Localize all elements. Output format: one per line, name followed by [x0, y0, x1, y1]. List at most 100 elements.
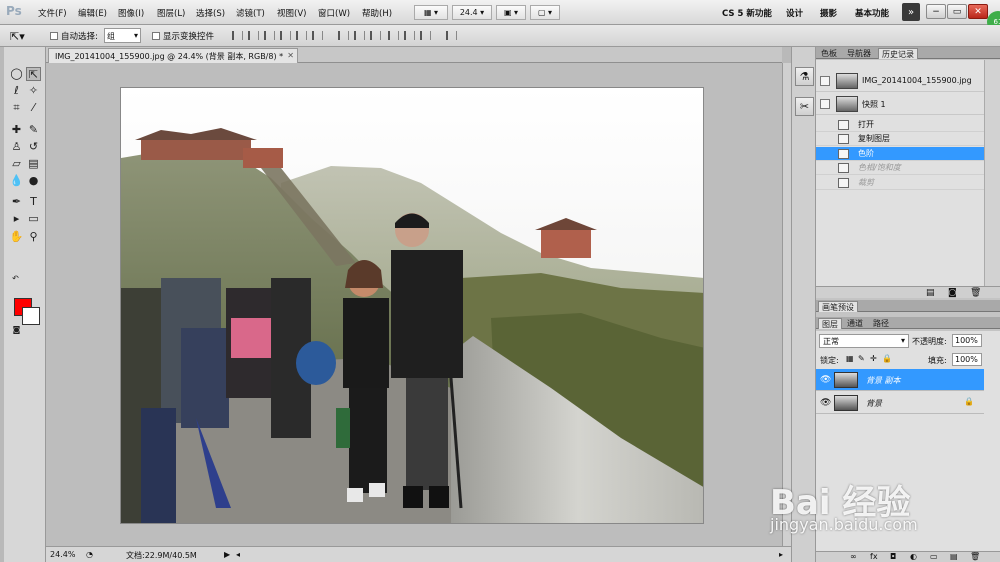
path-select-icon[interactable]: ▸: [9, 212, 24, 226]
history-state-hue-saturation[interactable]: 色相/饱和度: [816, 161, 984, 175]
workspace-cs5-new[interactable]: CS 5 新功能: [722, 7, 772, 19]
healing-brush-icon[interactable]: ✚: [9, 123, 24, 137]
history-state-open[interactable]: 打开: [816, 118, 984, 132]
eyedropper-tool-icon[interactable]: ⁄: [26, 101, 41, 115]
status-scroll-left-icon[interactable]: ◂: [236, 550, 240, 559]
dodge-tool-icon[interactable]: ●: [26, 174, 41, 188]
status-info-icon[interactable]: ◔: [86, 550, 93, 559]
align-vcenter-icon[interactable]: [248, 31, 259, 40]
menu-select[interactable]: 选择(S): [196, 7, 225, 19]
new-layer-icon[interactable]: ▤: [950, 552, 958, 561]
eye-icon[interactable]: 👁: [820, 375, 831, 385]
align-hcenter-icon[interactable]: [296, 31, 307, 40]
history-state-levels[interactable]: 色阶: [816, 147, 984, 161]
move-tool-icon[interactable]: ⇱: [26, 67, 41, 81]
status-zoom[interactable]: 24.4%: [50, 550, 75, 559]
background-color-swatch[interactable]: [22, 307, 40, 325]
marquee-tool-icon[interactable]: ◯: [9, 67, 24, 81]
tab-history[interactable]: 历史记录: [878, 48, 918, 59]
menu-filter[interactable]: 滤镜(T): [236, 7, 265, 19]
zoom-tool-icon[interactable]: ⚲: [26, 230, 41, 244]
menu-help[interactable]: 帮助(H): [362, 7, 392, 19]
pen-tool-icon[interactable]: ✒: [9, 195, 24, 209]
canvas-vertical-scrollbar[interactable]: [782, 63, 791, 546]
hand-tool-icon[interactable]: ✋: [9, 230, 24, 244]
canvas-area[interactable]: [46, 63, 782, 546]
layer-mask-icon[interactable]: ◘: [890, 552, 896, 561]
menu-image[interactable]: 图像(I): [118, 7, 144, 19]
zoom-dropdown[interactable]: 24.4 ▾: [452, 5, 492, 20]
snapshot-icon[interactable]: ◙: [948, 288, 957, 298]
document-tab[interactable]: IMG_20141004_155900.jpg @ 24.4% (背景 副本, …: [48, 48, 298, 63]
auto-select-checkbox[interactable]: 自动选择:: [50, 30, 98, 42]
distribute-left-icon[interactable]: [388, 31, 399, 40]
menu-edit[interactable]: 编辑(E): [78, 7, 107, 19]
snapshot-source-checkbox[interactable]: [820, 99, 830, 109]
layer-row[interactable]: 👁 背景 🔒: [816, 392, 984, 414]
new-group-icon[interactable]: ▭: [930, 552, 938, 561]
tab-swatches[interactable]: 色板: [818, 48, 840, 59]
snapshot-source-checkbox[interactable]: [820, 76, 830, 86]
distribute-hcenter-icon[interactable]: [404, 31, 415, 40]
align-right-icon[interactable]: [312, 31, 323, 40]
lasso-tool-icon[interactable]: ℓ: [9, 84, 24, 98]
blend-mode-dropdown[interactable]: 正常 ▾: [819, 334, 909, 348]
tool-presets-icon[interactable]: ✂: [795, 97, 814, 116]
tab-paths[interactable]: 路径: [870, 318, 892, 329]
opacity-field[interactable]: 100%: [952, 334, 982, 347]
show-transform-checkbox[interactable]: 显示变换控件: [152, 30, 214, 42]
align-top-icon[interactable]: [232, 31, 243, 40]
expand-workspaces-button[interactable]: »: [902, 3, 920, 21]
close-tab-icon[interactable]: ✕: [287, 51, 294, 60]
delete-icon[interactable]: 🗑: [970, 288, 981, 298]
layer-style-icon[interactable]: fx: [870, 552, 878, 561]
tab-layers[interactable]: 图层: [818, 318, 842, 329]
close-button[interactable]: ✕: [968, 4, 988, 19]
blur-tool-icon[interactable]: 💧: [9, 174, 24, 188]
lock-pixels-icon[interactable]: ✎: [858, 354, 865, 363]
tab-navigator[interactable]: 导航器: [844, 48, 874, 59]
eraser-tool-icon[interactable]: ▱: [9, 157, 24, 171]
brush-tool-icon[interactable]: ✎: [26, 123, 41, 137]
adjustment-layer-icon[interactable]: ◐: [910, 552, 917, 561]
auto-select-dropdown[interactable]: 组 ▾: [104, 28, 141, 43]
distribute-right-icon[interactable]: [420, 31, 431, 40]
lock-transparent-icon[interactable]: ▦: [846, 354, 854, 363]
eye-icon[interactable]: 👁: [820, 398, 831, 408]
minimize-button[interactable]: −: [926, 4, 946, 19]
menu-file[interactable]: 文件(F): [38, 7, 67, 19]
workspace-essentials[interactable]: 基本功能: [855, 7, 889, 19]
history-snapshot[interactable]: 快照 1: [816, 93, 984, 115]
link-layers-icon[interactable]: ∞: [850, 552, 857, 561]
workspace-photography[interactable]: 摄影: [820, 7, 837, 19]
quick-mask-icon[interactable]: ◙: [9, 323, 24, 337]
auto-align-icon[interactable]: [446, 31, 457, 40]
lock-position-icon[interactable]: ✛: [870, 354, 877, 363]
align-left-icon[interactable]: [280, 31, 291, 40]
delete-layer-icon[interactable]: 🗑: [970, 552, 980, 561]
history-scrollbar[interactable]: [984, 60, 1000, 286]
tab-channels[interactable]: 通道: [844, 318, 866, 329]
arrange-dropdown[interactable]: ▣ ▾: [496, 5, 526, 20]
status-scroll-right-icon[interactable]: ▸: [779, 550, 783, 559]
screen-view-dropdown[interactable]: ▢ ▾: [530, 5, 560, 20]
move-tool-preset-icon[interactable]: ⇱▾: [10, 30, 25, 43]
history-snapshot[interactable]: IMG_20141004_155900.jpg: [816, 70, 984, 92]
crop-tool-icon[interactable]: ⌗: [9, 101, 24, 115]
menu-layer[interactable]: 图层(L): [157, 7, 185, 19]
brush-panel-icon[interactable]: ⚗: [795, 67, 814, 86]
screen-mode-dropdown[interactable]: ▦ ▾: [414, 5, 448, 20]
shape-tool-icon[interactable]: ▭: [26, 212, 41, 226]
gradient-tool-icon[interactable]: ▤: [26, 157, 41, 171]
layer-row[interactable]: 👁 背景 副本: [816, 369, 984, 391]
restore-button[interactable]: ▭: [947, 4, 967, 19]
tab-brush-presets[interactable]: 画笔预设: [818, 301, 858, 312]
swap-colors-icon[interactable]: ↶: [8, 272, 23, 286]
history-state-duplicate-layer[interactable]: 复制图层: [816, 132, 984, 146]
status-menu-arrow-icon[interactable]: ▶: [224, 550, 230, 559]
fill-field[interactable]: 100%: [952, 353, 982, 366]
distribute-top-icon[interactable]: [338, 31, 349, 40]
document-photo[interactable]: [120, 87, 704, 524]
type-tool-icon[interactable]: T: [26, 195, 41, 209]
workspace-design[interactable]: 设计: [786, 7, 803, 19]
